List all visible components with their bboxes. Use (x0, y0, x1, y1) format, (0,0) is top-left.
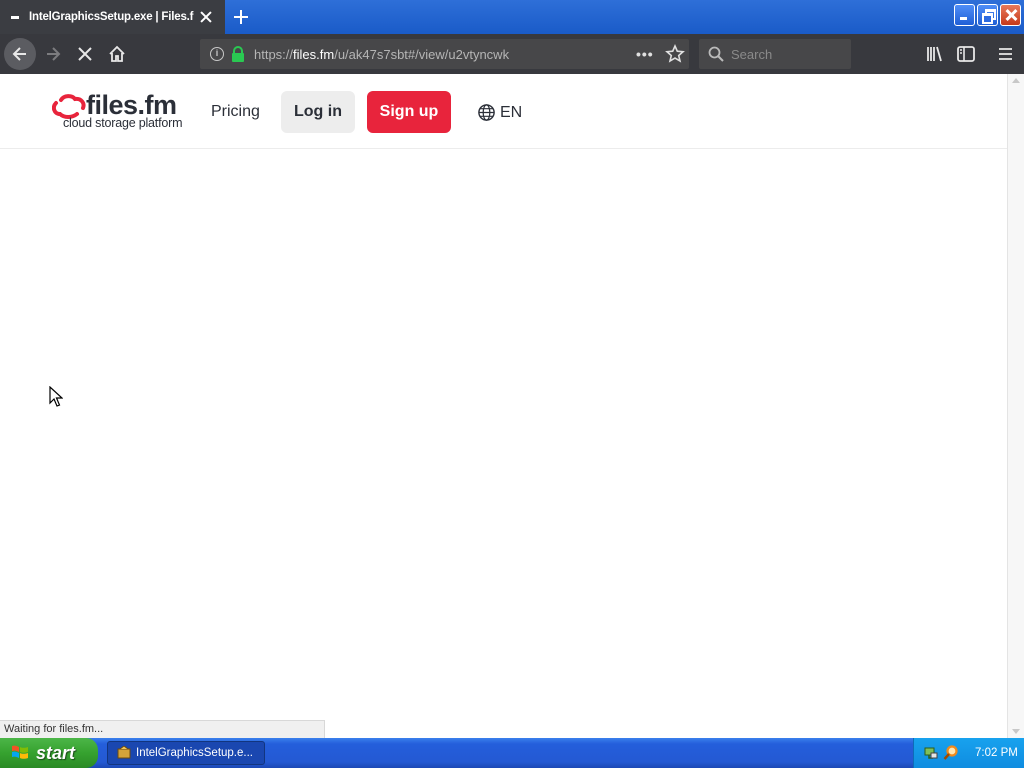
network-icon[interactable] (923, 745, 939, 761)
restore-window-button[interactable] (977, 4, 998, 26)
mouse-cursor-icon (49, 386, 63, 407)
browser-tab-strip: IntelGraphicsSetup.exe | Files.fm. (0, 0, 1024, 34)
taskbar-clock: 7:02 PM (975, 747, 1018, 759)
windows-taskbar: start IntelGraphicsSetup.e... 7:02 PM (0, 738, 1024, 768)
home-button[interactable] (101, 38, 133, 70)
language-label: EN (500, 103, 523, 121)
close-tab-icon[interactable] (196, 7, 216, 27)
start-label: start (36, 742, 76, 763)
close-window-button[interactable] (1000, 4, 1021, 26)
language-selector[interactable]: EN (477, 103, 522, 122)
stop-icon (78, 47, 92, 61)
open-menu-button[interactable] (992, 40, 1020, 68)
magnifier-icon[interactable] (943, 745, 959, 761)
system-tray: 7:02 PM (913, 738, 1024, 768)
tab-title: IntelGraphicsSetup.exe | Files.fm. (29, 11, 194, 23)
logo-tagline: cloud storage platform (63, 116, 183, 130)
new-tab-button[interactable] (229, 5, 253, 29)
status-panel: Waiting for files.fm... (0, 720, 325, 738)
bookmark-star-icon[interactable] (664, 43, 686, 65)
installer-app-icon (117, 746, 131, 759)
page-scrollbar[interactable] (1007, 74, 1024, 738)
forward-arrow-icon (47, 47, 61, 61)
loading-favicon-icon (11, 15, 19, 19)
scroll-up-arrow-icon[interactable] (1012, 78, 1020, 83)
sidebar-icon (957, 46, 975, 62)
login-button[interactable]: Log in (281, 91, 355, 133)
start-button[interactable]: start (0, 738, 98, 768)
web-page: files.fm cloud storage platform Pricing … (0, 74, 1007, 738)
search-icon (708, 46, 724, 62)
pricing-link[interactable]: Pricing (211, 103, 260, 121)
search-bar[interactable] (699, 39, 851, 69)
url-text[interactable]: https://files.fm/u/ak47s7sbt#/view/u2vty… (254, 47, 629, 62)
info-icon[interactable]: i (210, 47, 224, 61)
library-icon (927, 46, 942, 62)
scroll-down-arrow-icon[interactable] (1012, 729, 1020, 734)
files-fm-logo[interactable]: files.fm cloud storage platform (52, 90, 192, 132)
minimize-window-button[interactable] (954, 4, 975, 26)
taskbar-item-installer[interactable]: IntelGraphicsSetup.e... (107, 741, 265, 765)
address-bar[interactable]: i https://files.fm/u/ak47s7sbt#/view/u2v… (200, 39, 689, 69)
signup-button[interactable]: Sign up (367, 91, 451, 133)
taskbar-item-label: IntelGraphicsSetup.e... (136, 747, 253, 759)
sidebar-toggle-button[interactable] (952, 40, 980, 68)
back-button[interactable] (4, 38, 36, 70)
page-actions-icon[interactable]: ••• (636, 46, 656, 62)
search-input[interactable] (731, 46, 841, 62)
browser-tab-active[interactable]: IntelGraphicsSetup.exe | Files.fm. (0, 0, 225, 34)
home-icon (109, 45, 125, 62)
stop-loading-button[interactable] (69, 38, 101, 70)
windows-flag-icon (12, 745, 28, 759)
site-header: files.fm cloud storage platform Pricing … (0, 74, 1007, 149)
lock-icon[interactable] (231, 46, 245, 62)
library-button[interactable] (921, 40, 949, 68)
globe-icon (478, 104, 495, 121)
back-arrow-icon (12, 47, 26, 61)
browser-toolbar: i https://files.fm/u/ak47s7sbt#/view/u2v… (0, 34, 1024, 74)
forward-button[interactable] (37, 38, 69, 70)
hamburger-menu-icon (999, 48, 1012, 60)
